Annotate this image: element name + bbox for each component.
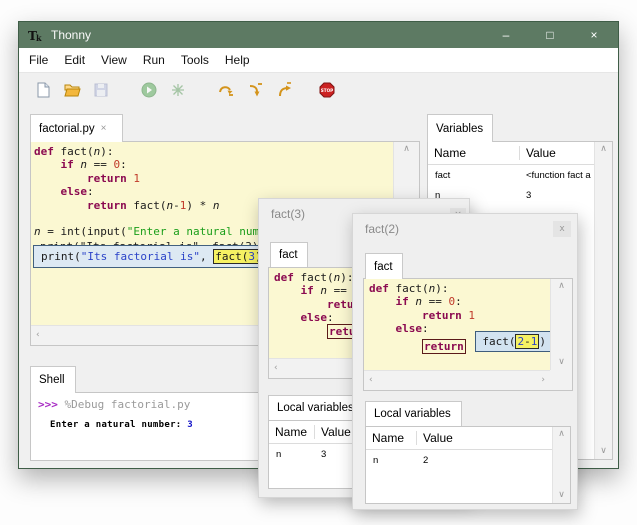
svg-text:STOP: STOP [321, 88, 334, 93]
shell-tab-label: Shell [39, 374, 65, 386]
maximize-button[interactable]: □ [528, 22, 572, 48]
step-over-icon [217, 81, 235, 99]
fact2-close-button[interactable]: x [553, 221, 571, 237]
code-line: if n == 0: [34, 158, 393, 171]
step-into-button[interactable] [243, 78, 267, 102]
table-row[interactable]: n2 [366, 450, 553, 470]
fact2-locals-table: Name Value n2 ∧ ∨ [365, 426, 571, 504]
scroll-down-icon[interactable]: ∨ [558, 358, 565, 367]
column-header-name: Name [428, 146, 519, 160]
fact3-tab-fact[interactable]: fact [270, 242, 308, 267]
debug-script-button[interactable] [166, 78, 190, 102]
scroll-left-icon[interactable]: ‹ [36, 331, 40, 340]
scroll-down-icon[interactable]: ∨ [558, 491, 565, 500]
active-statement-box: print("Its factorial is", fact(3)) [33, 245, 273, 268]
close-icon: × [590, 28, 597, 42]
menu-item-help[interactable]: Help [217, 53, 258, 67]
toolbar: STOP [19, 73, 618, 107]
svg-text:k: k [36, 33, 42, 43]
fact2-horizontal-scrollbar[interactable]: ‹ › [364, 370, 550, 390]
minimize-icon: – [503, 28, 510, 42]
scroll-up-icon[interactable]: ∧ [403, 145, 410, 154]
save-disk-icon [92, 81, 110, 99]
tab-factorial-py[interactable]: factorial.py × [30, 114, 123, 142]
fact2-locals-scrollbar[interactable]: ∧ ∨ [552, 427, 570, 503]
stack-frame-window-fact2: fact(2) x fact def fact(n): if n == 0: r… [352, 213, 578, 510]
fact2-tab-label: fact [374, 261, 393, 273]
open-file-button[interactable] [60, 78, 84, 102]
step-over-button[interactable] [214, 78, 238, 102]
evaluation-box: fact(2-1) * n [475, 331, 550, 352]
menu-item-tools[interactable]: Tools [173, 53, 217, 67]
fact2-window-title: fact(2) [365, 222, 399, 236]
table-row[interactable]: fact<function fact a [428, 165, 595, 185]
eval-highlight: 2-1 [515, 334, 539, 349]
variables-scrollbar[interactable]: ∧ ∨ [594, 142, 612, 459]
new-file-button[interactable] [31, 78, 55, 102]
title-bar[interactable]: T k Thonny – □ × [19, 22, 618, 48]
step-into-icon [246, 81, 264, 99]
tab-variables[interactable]: Variables [427, 114, 493, 142]
variables-tab-label: Variables [436, 123, 483, 135]
menu-item-run[interactable]: Run [135, 53, 173, 67]
code-line: def fact(n): [369, 282, 550, 295]
column-header-name: Name [366, 431, 416, 445]
fact2-tab-fact[interactable]: fact [365, 253, 403, 279]
fact2-code-view[interactable]: def fact(n): if n == 0: return 1 else: r… [364, 279, 550, 370]
code-line: def fact(n): [34, 145, 393, 158]
tab-shell[interactable]: Shell [30, 366, 76, 393]
new-file-icon [34, 81, 52, 99]
code-line: return 1 [34, 172, 393, 185]
fact2-locals-rows: n2 [366, 450, 553, 470]
code-line: return 1 [369, 309, 550, 322]
thonny-logo-icon: T k [27, 27, 43, 43]
menu-item-view[interactable]: View [93, 53, 135, 67]
code-line: else: [34, 185, 393, 198]
scroll-left-icon[interactable]: ‹ [369, 376, 373, 385]
editor-tab-label: factorial.py [39, 123, 95, 135]
open-folder-icon [63, 81, 81, 99]
variables-table-header: Name Value [428, 142, 595, 165]
close-icon: x [559, 224, 564, 234]
stop-button[interactable]: STOP [315, 78, 339, 102]
minimize-button[interactable]: – [484, 22, 528, 48]
scroll-down-icon[interactable]: ∨ [600, 447, 607, 456]
fact2-locals-label: Local variables [374, 408, 451, 420]
code-line: if n == 0: [369, 295, 550, 308]
column-header-value: Value [416, 431, 553, 445]
run-play-icon [140, 81, 158, 99]
fact2-local-variables-tab[interactable]: Local variables [365, 401, 462, 426]
statement-outline: return [422, 339, 466, 354]
fact3-window-title: fact(3) [271, 207, 305, 221]
maximize-icon: □ [546, 28, 553, 42]
step-out-button[interactable] [272, 78, 296, 102]
column-header-value: Value [519, 146, 595, 160]
save-file-button[interactable] [89, 78, 113, 102]
fact2-vertical-scrollbar[interactable]: ∧ ∨ [550, 279, 572, 370]
debug-icon [169, 81, 187, 99]
code-line: return fact(2-1) * n [369, 336, 550, 349]
fact3-local-variables-tab[interactable]: Local variables [268, 395, 365, 420]
fact2-locals-header: Name Value [366, 427, 553, 450]
close-button[interactable]: × [572, 22, 616, 48]
column-header-name: Name [269, 425, 314, 439]
fact2-code-lines: def fact(n): if n == 0: return 1 else: r… [369, 282, 550, 349]
scroll-up-icon[interactable]: ∧ [600, 145, 607, 154]
scroll-up-icon[interactable]: ∧ [558, 282, 565, 291]
scroll-up-icon[interactable]: ∧ [558, 430, 565, 439]
menu-item-edit[interactable]: Edit [56, 53, 93, 67]
fact3-locals-label: Local variables [277, 402, 354, 414]
step-out-icon [275, 81, 293, 99]
run-script-button[interactable] [137, 78, 161, 102]
scroll-right-icon[interactable]: › [541, 376, 545, 385]
menu-bar: FileEditViewRunToolsHelp [19, 48, 618, 73]
stop-sign-icon: STOP [318, 81, 336, 99]
fact3-tab-label: fact [279, 249, 298, 261]
scroll-left-icon[interactable]: ‹ [274, 364, 278, 373]
eval-highlight: fact(3) [213, 249, 263, 264]
fact2-code-frame: def fact(n): if n == 0: return 1 else: r… [363, 278, 573, 391]
menu-item-file[interactable]: File [21, 53, 56, 67]
window-title: Thonny [51, 28, 91, 42]
tab-close-icon[interactable]: × [101, 123, 107, 134]
